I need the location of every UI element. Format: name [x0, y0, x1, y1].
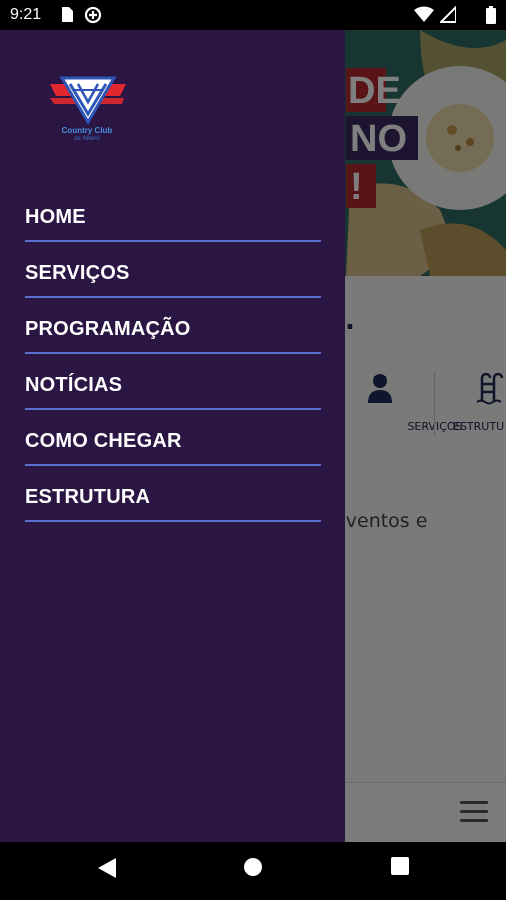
back-icon[interactable] [96, 856, 126, 886]
wifi-icon [414, 6, 434, 28]
menu-item-label: PROGRAMAÇÃO [25, 318, 191, 340]
system-nav-bar [0, 842, 506, 900]
data-saver-icon [84, 6, 102, 29]
menu-item-label: NOTÍCIAS [25, 374, 123, 396]
logo-text: Country Club de Niterói [52, 126, 122, 144]
menu-item-home[interactable]: HOME [25, 188, 321, 242]
menu-item-label: HOME [25, 206, 86, 228]
menu-item-como-chegar[interactable]: COMO CHEGAR [25, 412, 321, 466]
status-bar: 9:21 [0, 0, 506, 30]
menu-item-label: COMO CHEGAR [25, 430, 182, 452]
menu-item-noticias[interactable]: NOTÍCIAS [25, 356, 321, 410]
logo-title: Country Club [61, 126, 113, 135]
home-icon[interactable] [242, 856, 272, 886]
menu-item-label: SERVIÇOS [25, 262, 130, 284]
menu-item-programacao[interactable]: PROGRAMAÇÃO [25, 300, 321, 354]
battery-icon [486, 6, 496, 29]
logo-subtitle: de Niterói [74, 136, 100, 142]
drawer-menu: HOME SERVIÇOS PROGRAMAÇÃO NOTÍCIAS COMO … [25, 188, 321, 524]
signal-icon [438, 4, 457, 28]
navigation-drawer: Country Club de Niterói HOME SERVIÇOS PR… [0, 30, 345, 842]
menu-item-servicos[interactable]: SERVIÇOS [25, 244, 321, 298]
sim-card-icon [60, 6, 74, 28]
menu-item-label: ESTRUTURA [25, 486, 151, 508]
status-time: 9:21 [10, 6, 42, 23]
recents-icon[interactable] [390, 856, 420, 886]
logo-emblem-icon [50, 76, 126, 125]
menu-item-estrutura[interactable]: ESTRUTURA [25, 468, 321, 522]
